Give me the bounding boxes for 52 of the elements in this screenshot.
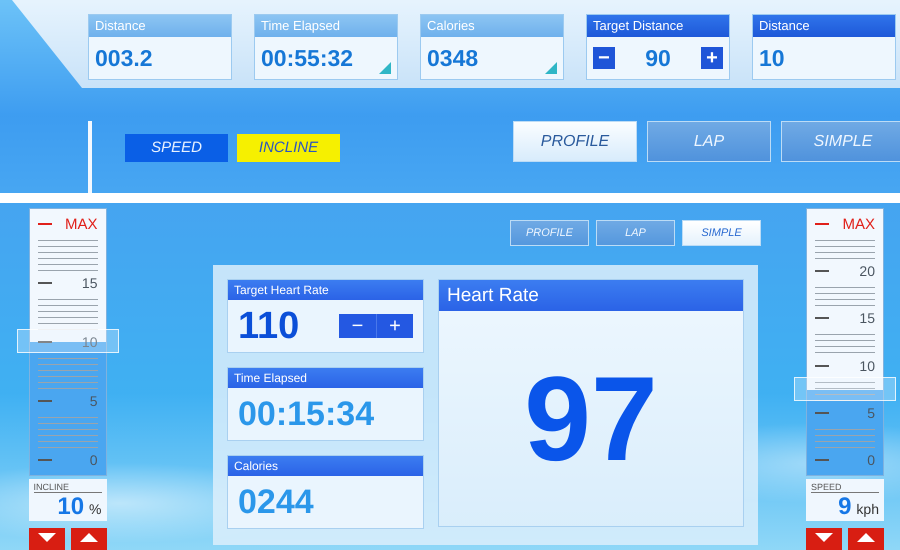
plus-button[interactable]: + (376, 314, 413, 338)
time-elapsed-value: 00:15:34 (238, 394, 374, 434)
scale-label: MAX (64, 216, 98, 232)
scale-label: 0 (90, 452, 98, 468)
readout-value: 9 (838, 493, 852, 521)
stat-label: Target Distance (587, 15, 729, 37)
stat-label: Calories (421, 15, 563, 37)
stat-label: Distance (753, 15, 895, 37)
stat-value: 10 (759, 44, 785, 72)
increase-button[interactable] (848, 528, 884, 550)
mode-button[interactable]: PROFILE (513, 121, 637, 162)
scale-label: 10 (859, 358, 875, 374)
calories-value: 0244 (238, 482, 314, 522)
minus-button[interactable]: − (593, 47, 615, 69)
legend-chip: SPEED (125, 134, 228, 162)
card-title: Heart Rate (439, 280, 743, 311)
plus-button[interactable]: + (701, 47, 723, 69)
stat-value: 90 (645, 44, 671, 72)
readout-label: SPEED (811, 482, 879, 493)
increase-button[interactable] (70, 528, 106, 550)
mode-tab[interactable]: SIMPLE (682, 220, 761, 246)
scale-label: 15 (859, 310, 875, 326)
target-heart-rate-value: 110 (238, 304, 300, 348)
legend-chip: INCLINE (237, 134, 340, 162)
minus-button[interactable]: − (339, 314, 376, 338)
stat-label: Time Elapsed (255, 15, 397, 37)
scale-label: 5 (867, 404, 875, 421)
stat-value: 003.2 (95, 44, 153, 72)
stat-value: 0348 (427, 44, 478, 72)
scale-label: 0 (867, 452, 875, 468)
down-arrow-icon (38, 533, 56, 542)
slider-thumb[interactable] (794, 376, 896, 401)
stat-label: Distance (89, 15, 231, 37)
decrease-button[interactable] (28, 528, 64, 550)
up-arrow-icon (857, 533, 875, 542)
card-title: Time Elapsed (228, 368, 423, 388)
slider-thumb[interactable] (16, 329, 118, 353)
readout-unit: kph (856, 501, 879, 517)
down-arrow-icon (815, 533, 833, 542)
scale-label: 15 (82, 275, 98, 291)
readout-label: INCLINE (34, 482, 102, 493)
stat-value: 00:55:32 (261, 44, 354, 72)
decrease-button[interactable] (806, 528, 842, 550)
scale-label: MAX (842, 216, 875, 232)
up-arrow-icon (80, 533, 98, 542)
scale-label: 20 (859, 263, 875, 280)
readout-unit: % (89, 501, 102, 517)
card-title: Calories (228, 456, 423, 476)
scale-label: 5 (90, 393, 98, 409)
readout-value: 10 (57, 493, 84, 521)
card-title: Target Heart Rate (228, 280, 423, 300)
heart-rate-value: 97 (524, 350, 658, 488)
